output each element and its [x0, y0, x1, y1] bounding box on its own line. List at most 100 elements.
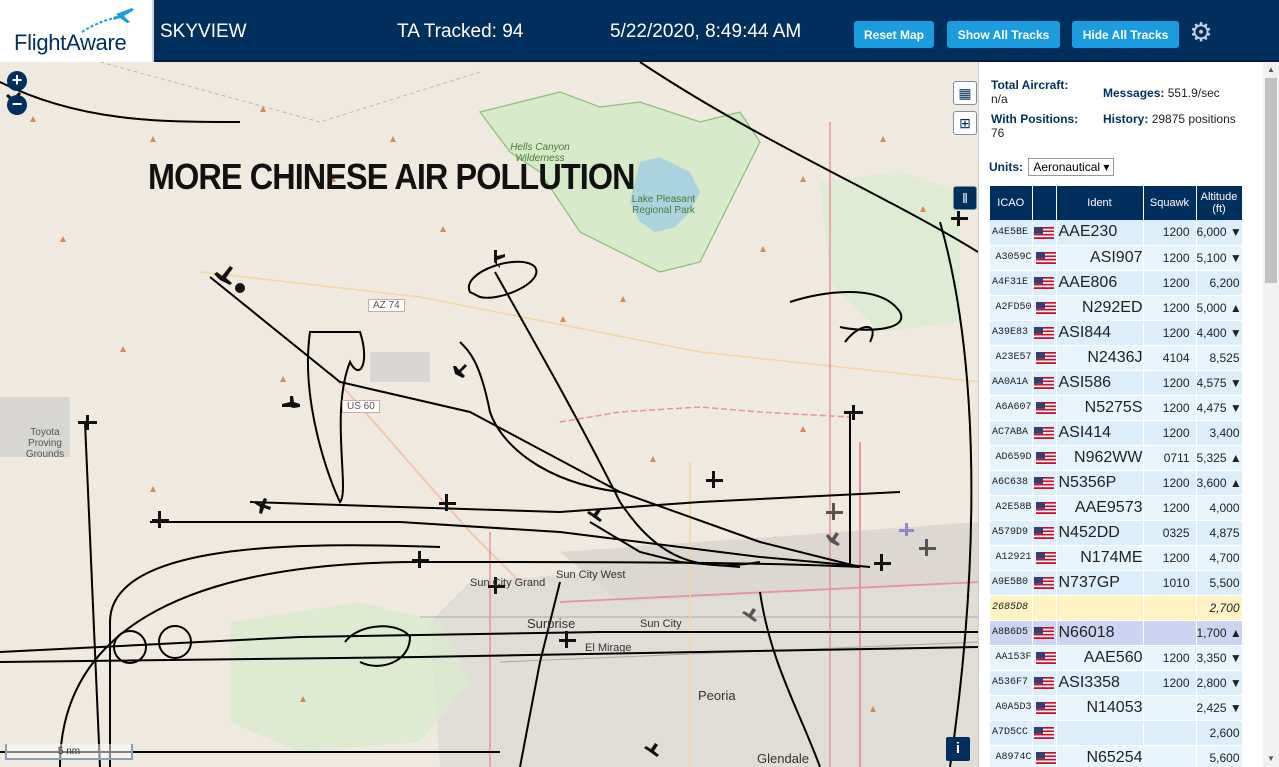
label-az74: AZ 74 [368, 299, 405, 312]
scroll-down-icon[interactable]: ▼ [1265, 753, 1277, 765]
us-flag-icon [1035, 352, 1055, 365]
altitude-cell: 2,700 [1196, 595, 1243, 621]
squawk-cell: 1200 [1143, 270, 1197, 296]
country-flag-cell [1032, 695, 1057, 721]
aircraft-row[interactable]: A4F31E AAE806 1200 6,200 [990, 270, 1243, 296]
ident-cell: N962WW [1056, 445, 1144, 471]
country-flag-cell [1032, 420, 1057, 446]
messages-value: 551.9/sec [1167, 86, 1220, 100]
units-select[interactable]: Aeronautical ▾ [1028, 158, 1115, 176]
zoom-in-button[interactable]: + [7, 71, 27, 91]
ident-cell: N174ME [1056, 545, 1144, 571]
country-flag-cell [1032, 495, 1057, 521]
icao-cell: A3059C [990, 245, 1033, 271]
aircraft-row[interactable]: 2685D8 2,700 [990, 595, 1243, 621]
squawk-cell: 1200 [1143, 670, 1197, 696]
icao-cell: A4E5BE [990, 220, 1033, 246]
altitude-cell: 5,000 ▲ [1196, 295, 1243, 321]
col-squawk[interactable]: Squawk [1143, 186, 1197, 220]
sidebar-scrollbar[interactable]: ▲ ▼ [1263, 62, 1279, 767]
flightaware-logo[interactable]: FlightAware [0, 0, 154, 62]
reset-map-button[interactable]: Reset Map [854, 21, 934, 48]
col-flag[interactable] [1032, 186, 1057, 220]
aircraft-row[interactable]: A579D9 N452DD 0325 4,875 [990, 520, 1243, 546]
show-all-tracks-button[interactable]: Show All Tracks [947, 21, 1060, 48]
aircraft-row[interactable]: AA0A1A ASI586 1200 4,575 ▼ [990, 370, 1243, 396]
country-flag-cell [1032, 395, 1057, 421]
country-flag-cell [1032, 720, 1057, 746]
aircraft-row[interactable]: A7D5CC 2,600 [990, 720, 1243, 746]
country-flag-cell [1032, 220, 1057, 246]
logo-text: FlightAware [14, 30, 127, 55]
with-positions-value: 76 [991, 126, 1005, 140]
us-flag-icon [1033, 377, 1054, 390]
aircraft-row[interactable]: A8974C N65254 5,600 [990, 745, 1243, 767]
col-altitude[interactable]: Altitude (ft) [1196, 186, 1243, 220]
aircraft-row[interactable]: AC7ABA ASI414 1200 3,400 [990, 420, 1243, 446]
altitude-cell: 3,600 ▲ [1196, 470, 1243, 496]
scroll-up-icon[interactable]: ▲ [1265, 64, 1277, 76]
aircraft-table: ICAO Ident Squawk Altitude (ft) A4E5BE AA… [990, 186, 1243, 767]
aircraft-row[interactable]: AD659D N962WW 0711 5,325 ▲ [990, 445, 1243, 471]
us-flag-icon [1035, 752, 1055, 765]
ident-cell: N737GP [1056, 570, 1144, 596]
us-flag-icon [1033, 627, 1054, 640]
aircraft-row[interactable]: A4E5BE AAE230 1200 6,000 ▼ [990, 220, 1243, 246]
aircraft-row[interactable]: A0A5D3 N14053 2,425 ▼ [990, 695, 1243, 721]
us-flag-icon [1033, 227, 1054, 240]
hide-all-tracks-button[interactable]: Hide All Tracks [1072, 21, 1179, 48]
altitude-cell: 4,000 [1196, 495, 1243, 521]
us-flag-icon [1033, 277, 1054, 290]
aircraft-row[interactable]: A12921 N174ME 1200 4,700 [990, 545, 1243, 571]
altitude-cell: 5,100 ▼ [1196, 245, 1243, 271]
icao-cell: AC7ABA [990, 420, 1033, 446]
label-hells-canyon: Hells Canyon Wilderness [510, 142, 570, 164]
aircraft-row[interactable]: A6C638 N5356P 1200 3,600 ▲ [990, 470, 1243, 496]
icao-cell: A8974C [990, 745, 1033, 767]
country-flag-cell [1032, 245, 1057, 271]
aircraft-row[interactable]: A23E57 N2436J 4104 8,525 [990, 345, 1243, 371]
squawk-cell [1143, 620, 1197, 646]
country-flag-cell [1032, 545, 1057, 571]
scroll-thumb[interactable] [1265, 78, 1277, 283]
label-toyota: Toyota Proving Grounds [25, 427, 65, 460]
icao-cell: A2E58B [990, 495, 1033, 521]
gear-icon[interactable]: ⚙ [1188, 19, 1214, 45]
us-flag-icon [1035, 702, 1055, 715]
col-ident[interactable]: Ident [1056, 186, 1144, 220]
altitude-cell: 2,800 ▼ [1196, 670, 1243, 696]
aircraft-row[interactable]: A6A607 N5275S 1200 4,475 ▼ [990, 395, 1243, 421]
ident-cell: AAE9573 [1056, 495, 1144, 521]
map-layers-icon[interactable]: ▦ [953, 81, 977, 105]
map-canvas[interactable]: MORE CHINESE AIR POLLUTION + − ▦ ⊞ ‖ Hel… [0, 62, 978, 767]
columns-toggle-icon[interactable]: ‖ [953, 186, 977, 210]
ident-cell: N66018 [1056, 620, 1144, 646]
us-flag-icon [1033, 327, 1054, 340]
grid-icon[interactable]: ⊞ [953, 111, 977, 135]
aircraft-row[interactable]: A3059C ASI907 1200 5,100 ▼ [990, 245, 1243, 271]
aircraft-row[interactable]: A2FD50 N292ED 1200 5,000 ▲ [990, 295, 1243, 321]
aircraft-row[interactable]: A2E58B AAE9573 1200 4,000 [990, 495, 1243, 521]
altitude-cell: 2,425 ▼ [1196, 695, 1243, 721]
info-icon[interactable]: i [946, 737, 970, 761]
ident-cell: ASI586 [1056, 370, 1144, 396]
aircraft-row[interactable]: A536F7 ASI3358 1200 2,800 ▼ [990, 670, 1243, 696]
history-label: History: [1103, 112, 1149, 126]
country-flag-cell [1032, 620, 1057, 646]
aircraft-row[interactable]: A39E83 ASI844 1200 4,400 ▼ [990, 320, 1243, 346]
altitude-cell: 4,700 [1196, 545, 1243, 571]
ident-cell: ASI414 [1056, 420, 1144, 446]
label-sun-city: Sun City [640, 618, 682, 630]
icao-cell: A9E5B0 [990, 570, 1033, 596]
us-flag-icon [1033, 727, 1054, 740]
icao-cell: A6C638 [990, 470, 1033, 496]
aircraft-row[interactable]: AA153F AAE560 1200 3,350 ▼ [990, 645, 1243, 671]
label-sun-city-west: Sun City West [556, 569, 626, 581]
zoom-out-button[interactable]: − [7, 95, 27, 115]
app-name: SKYVIEW [160, 21, 247, 42]
col-icao[interactable]: ICAO [990, 186, 1033, 220]
aircraft-row[interactable]: A9E5B0 N737GP 1010 5,500 [990, 570, 1243, 596]
ident-cell: N292ED [1056, 295, 1144, 321]
us-flag-icon [1035, 502, 1055, 515]
aircraft-row[interactable]: A8B6D5 N66018 1,700 ▲ [990, 620, 1243, 646]
